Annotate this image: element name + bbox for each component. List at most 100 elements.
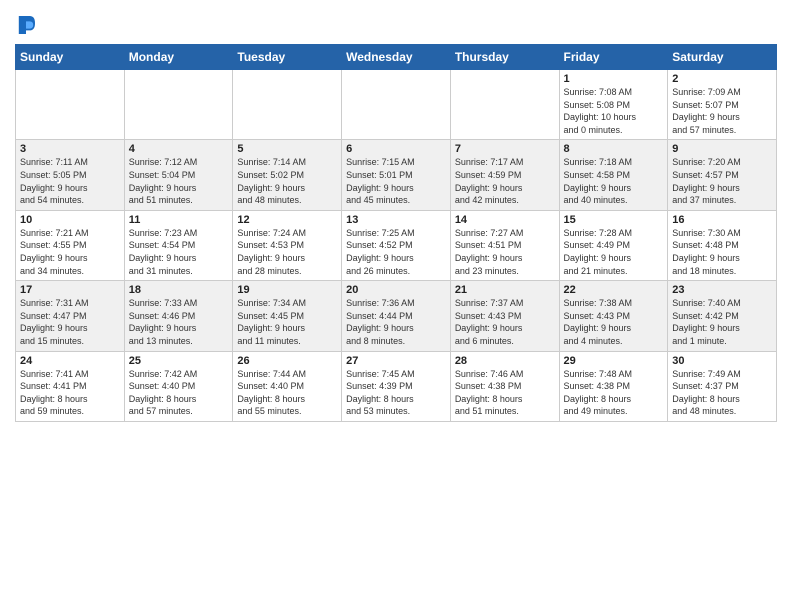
day-number: 15 [564, 214, 664, 226]
day-info: Sunrise: 7:25 AM Sunset: 4:52 PM Dayligh… [346, 227, 446, 277]
day-info: Sunrise: 7:12 AM Sunset: 5:04 PM Dayligh… [129, 156, 229, 206]
day-number: 27 [346, 355, 446, 367]
day-number: 4 [129, 143, 229, 155]
day-cell [16, 70, 125, 140]
day-info: Sunrise: 7:46 AM Sunset: 4:38 PM Dayligh… [455, 368, 555, 418]
day-cell: 7Sunrise: 7:17 AM Sunset: 4:59 PM Daylig… [450, 140, 559, 210]
calendar-header: SundayMondayTuesdayWednesdayThursdayFrid… [16, 45, 777, 70]
day-cell: 28Sunrise: 7:46 AM Sunset: 4:38 PM Dayli… [450, 351, 559, 421]
day-cell: 30Sunrise: 7:49 AM Sunset: 4:37 PM Dayli… [668, 351, 777, 421]
day-cell: 18Sunrise: 7:33 AM Sunset: 4:46 PM Dayli… [124, 281, 233, 351]
day-cell: 16Sunrise: 7:30 AM Sunset: 4:48 PM Dayli… [668, 210, 777, 280]
header [15, 10, 777, 36]
calendar-body: 1Sunrise: 7:08 AM Sunset: 5:08 PM Daylig… [16, 70, 777, 422]
day-number: 29 [564, 355, 664, 367]
day-cell: 20Sunrise: 7:36 AM Sunset: 4:44 PM Dayli… [342, 281, 451, 351]
logo [15, 14, 41, 36]
day-cell: 6Sunrise: 7:15 AM Sunset: 5:01 PM Daylig… [342, 140, 451, 210]
day-cell: 24Sunrise: 7:41 AM Sunset: 4:41 PM Dayli… [16, 351, 125, 421]
day-info: Sunrise: 7:49 AM Sunset: 4:37 PM Dayligh… [672, 368, 772, 418]
day-cell: 4Sunrise: 7:12 AM Sunset: 5:04 PM Daylig… [124, 140, 233, 210]
day-number: 18 [129, 284, 229, 296]
day-number: 21 [455, 284, 555, 296]
day-info: Sunrise: 7:27 AM Sunset: 4:51 PM Dayligh… [455, 227, 555, 277]
day-cell: 22Sunrise: 7:38 AM Sunset: 4:43 PM Dayli… [559, 281, 668, 351]
week-row-5: 24Sunrise: 7:41 AM Sunset: 4:41 PM Dayli… [16, 351, 777, 421]
day-cell: 15Sunrise: 7:28 AM Sunset: 4:49 PM Dayli… [559, 210, 668, 280]
day-number: 30 [672, 355, 772, 367]
day-cell: 11Sunrise: 7:23 AM Sunset: 4:54 PM Dayli… [124, 210, 233, 280]
day-info: Sunrise: 7:09 AM Sunset: 5:07 PM Dayligh… [672, 86, 772, 136]
week-row-3: 10Sunrise: 7:21 AM Sunset: 4:55 PM Dayli… [16, 210, 777, 280]
day-number: 16 [672, 214, 772, 226]
day-cell: 17Sunrise: 7:31 AM Sunset: 4:47 PM Dayli… [16, 281, 125, 351]
day-cell: 8Sunrise: 7:18 AM Sunset: 4:58 PM Daylig… [559, 140, 668, 210]
day-info: Sunrise: 7:40 AM Sunset: 4:42 PM Dayligh… [672, 297, 772, 347]
day-info: Sunrise: 7:18 AM Sunset: 4:58 PM Dayligh… [564, 156, 664, 206]
week-row-1: 1Sunrise: 7:08 AM Sunset: 5:08 PM Daylig… [16, 70, 777, 140]
day-cell [233, 70, 342, 140]
day-info: Sunrise: 7:41 AM Sunset: 4:41 PM Dayligh… [20, 368, 120, 418]
day-number: 28 [455, 355, 555, 367]
day-number: 19 [237, 284, 337, 296]
day-cell: 9Sunrise: 7:20 AM Sunset: 4:57 PM Daylig… [668, 140, 777, 210]
day-info: Sunrise: 7:14 AM Sunset: 5:02 PM Dayligh… [237, 156, 337, 206]
weekday-header-friday: Friday [559, 45, 668, 70]
day-cell: 27Sunrise: 7:45 AM Sunset: 4:39 PM Dayli… [342, 351, 451, 421]
logo-icon [17, 14, 35, 36]
day-cell: 14Sunrise: 7:27 AM Sunset: 4:51 PM Dayli… [450, 210, 559, 280]
day-cell [342, 70, 451, 140]
day-info: Sunrise: 7:33 AM Sunset: 4:46 PM Dayligh… [129, 297, 229, 347]
weekday-header-tuesday: Tuesday [233, 45, 342, 70]
day-number: 7 [455, 143, 555, 155]
page: SundayMondayTuesdayWednesdayThursdayFrid… [0, 0, 792, 612]
day-info: Sunrise: 7:23 AM Sunset: 4:54 PM Dayligh… [129, 227, 229, 277]
day-info: Sunrise: 7:20 AM Sunset: 4:57 PM Dayligh… [672, 156, 772, 206]
day-cell: 26Sunrise: 7:44 AM Sunset: 4:40 PM Dayli… [233, 351, 342, 421]
day-info: Sunrise: 7:28 AM Sunset: 4:49 PM Dayligh… [564, 227, 664, 277]
day-number: 6 [346, 143, 446, 155]
day-number: 11 [129, 214, 229, 226]
day-number: 5 [237, 143, 337, 155]
day-info: Sunrise: 7:38 AM Sunset: 4:43 PM Dayligh… [564, 297, 664, 347]
day-info: Sunrise: 7:48 AM Sunset: 4:38 PM Dayligh… [564, 368, 664, 418]
weekday-header-sunday: Sunday [16, 45, 125, 70]
day-cell: 21Sunrise: 7:37 AM Sunset: 4:43 PM Dayli… [450, 281, 559, 351]
day-cell: 1Sunrise: 7:08 AM Sunset: 5:08 PM Daylig… [559, 70, 668, 140]
day-cell [124, 70, 233, 140]
day-number: 25 [129, 355, 229, 367]
weekday-header-saturday: Saturday [668, 45, 777, 70]
day-cell: 10Sunrise: 7:21 AM Sunset: 4:55 PM Dayli… [16, 210, 125, 280]
day-cell: 5Sunrise: 7:14 AM Sunset: 5:02 PM Daylig… [233, 140, 342, 210]
day-number: 14 [455, 214, 555, 226]
day-number: 13 [346, 214, 446, 226]
weekday-header-wednesday: Wednesday [342, 45, 451, 70]
day-cell: 29Sunrise: 7:48 AM Sunset: 4:38 PM Dayli… [559, 351, 668, 421]
day-info: Sunrise: 7:31 AM Sunset: 4:47 PM Dayligh… [20, 297, 120, 347]
day-info: Sunrise: 7:36 AM Sunset: 4:44 PM Dayligh… [346, 297, 446, 347]
day-cell: 3Sunrise: 7:11 AM Sunset: 5:05 PM Daylig… [16, 140, 125, 210]
day-info: Sunrise: 7:21 AM Sunset: 4:55 PM Dayligh… [20, 227, 120, 277]
day-cell: 13Sunrise: 7:25 AM Sunset: 4:52 PM Dayli… [342, 210, 451, 280]
day-info: Sunrise: 7:37 AM Sunset: 4:43 PM Dayligh… [455, 297, 555, 347]
day-info: Sunrise: 7:30 AM Sunset: 4:48 PM Dayligh… [672, 227, 772, 277]
day-info: Sunrise: 7:42 AM Sunset: 4:40 PM Dayligh… [129, 368, 229, 418]
day-cell: 12Sunrise: 7:24 AM Sunset: 4:53 PM Dayli… [233, 210, 342, 280]
day-info: Sunrise: 7:34 AM Sunset: 4:45 PM Dayligh… [237, 297, 337, 347]
day-cell: 19Sunrise: 7:34 AM Sunset: 4:45 PM Dayli… [233, 281, 342, 351]
day-info: Sunrise: 7:44 AM Sunset: 4:40 PM Dayligh… [237, 368, 337, 418]
day-number: 1 [564, 73, 664, 85]
day-number: 24 [20, 355, 120, 367]
day-number: 23 [672, 284, 772, 296]
day-cell: 2Sunrise: 7:09 AM Sunset: 5:07 PM Daylig… [668, 70, 777, 140]
day-info: Sunrise: 7:24 AM Sunset: 4:53 PM Dayligh… [237, 227, 337, 277]
day-cell: 23Sunrise: 7:40 AM Sunset: 4:42 PM Dayli… [668, 281, 777, 351]
day-number: 26 [237, 355, 337, 367]
day-number: 20 [346, 284, 446, 296]
day-cell: 25Sunrise: 7:42 AM Sunset: 4:40 PM Dayli… [124, 351, 233, 421]
day-number: 12 [237, 214, 337, 226]
day-cell [450, 70, 559, 140]
day-number: 3 [20, 143, 120, 155]
day-number: 22 [564, 284, 664, 296]
day-number: 10 [20, 214, 120, 226]
